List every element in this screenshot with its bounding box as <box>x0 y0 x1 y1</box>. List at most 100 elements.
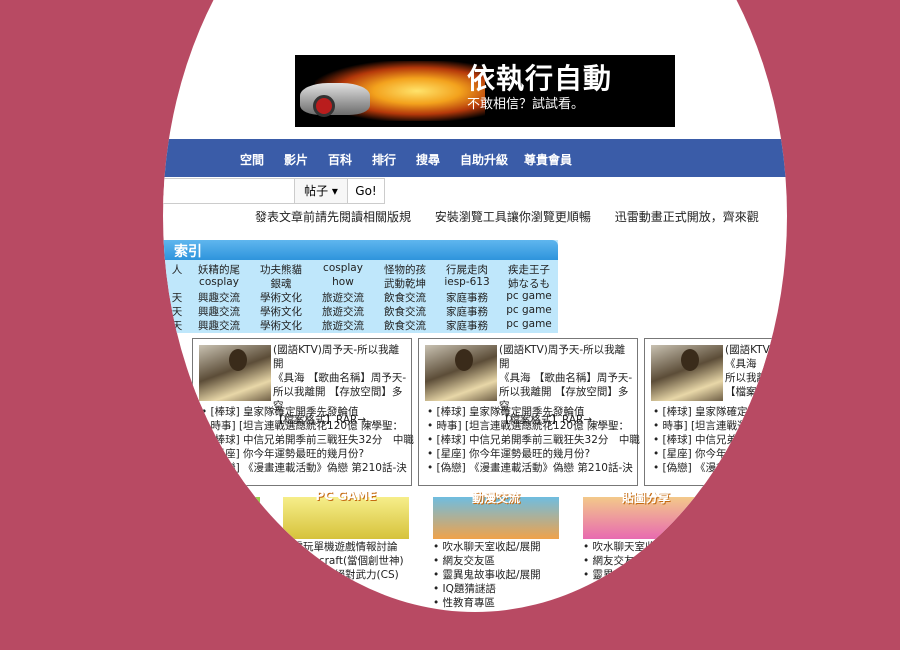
post-title[interactable]: (國語KTV 《具海 所以我離 【檔案格 <box>725 343 787 399</box>
nav-ranking[interactable]: 排行 <box>372 151 396 168</box>
index-link[interactable]: 妖精的尾 <box>188 262 250 277</box>
post-card: (國語KTV)周予天-所以我離開 《具海 【歌曲名稱】周予天- 所以我離開 【存放… <box>418 338 640 486</box>
index-link[interactable]: iesp-613 <box>436 276 498 288</box>
list-item[interactable]: [星座] 你今年運勢 <box>653 447 758 461</box>
index-link[interactable]: 家庭事務 <box>436 318 498 333</box>
index-link[interactable]: pc game <box>498 318 560 330</box>
post-thumbnail[interactable] <box>651 345 723 401</box>
tile-label: 動漫交流 <box>471 491 520 505</box>
post-thumbnail[interactable] <box>199 345 271 401</box>
index-link[interactable]: 旅遊交流 <box>312 304 374 319</box>
list-item[interactable]: 橫時空之絕對武力(CS) <box>283 568 404 582</box>
notice-link[interactable]: 發表文章前請先閱讀相關版規 <box>255 208 411 225</box>
list-item[interactable]: [棒球] 皇家隊確定開季先發輪值 <box>427 405 640 419</box>
list-item[interactable]: [棒球] 中信兄弟開季前三戰狂失32分 中職 <box>201 433 414 447</box>
index-link[interactable]: 家庭事務 <box>436 290 498 305</box>
index-link[interactable]: 興趣交流 <box>188 304 250 319</box>
search-bar: 帖子 ▾ Go! <box>163 178 787 204</box>
tile-list: 吹水聊天室收起/展開 網友交友區 靈異鬼故事收起/展開 IQ題猜謎語 性教育專區 <box>433 540 541 610</box>
list-item[interactable]: 時事] [坦言連戰選總 <box>653 419 759 433</box>
index-link[interactable]: 武動乾坤 <box>374 276 436 291</box>
category-tile[interactable] <box>163 497 260 539</box>
index-link[interactable]: cosplay <box>312 262 374 274</box>
index-link[interactable]: 旅遊交流 <box>312 290 374 305</box>
side-label: 題 <box>166 350 177 362</box>
list-item[interactable]: 網友交友區 <box>583 554 666 568</box>
list-item[interactable]: 靈異鬼 <box>583 568 666 582</box>
index-box: 索引 人妖精的尾 功夫熊貓 cosplay 怪物的孩 行屍走肉 疾走王子 cosplay 銀魂… <box>163 240 558 333</box>
post-card: (國語KTV《具海 所以我離【檔案格 [棒球] 皇家隊確定開 時事] [坦言連戰… <box>644 338 787 486</box>
index-link[interactable]: 學術文化 <box>250 304 312 319</box>
notice-link[interactable]: 安裝瀏覽工具讓你瀏覽更順暢 <box>435 208 591 225</box>
list-item[interactable]: [星座] 你今年運勢最旺的幾月份? <box>427 447 640 461</box>
list-item[interactable]: 吹水聊天室收起/展開 <box>433 540 541 554</box>
list-item[interactable]: [棒球] 中信兄弟開季 <box>653 433 759 447</box>
notice-bar: 發表文章前請先閱讀相關版規 安裝瀏覽工具讓你瀏覽更順暢 迅雷動畫正式開放，齊來觀 <box>255 208 787 225</box>
nav-space[interactable]: 空間 <box>240 151 264 168</box>
wheel-graphic <box>313 95 335 117</box>
search-go-button[interactable]: Go! <box>347 178 385 204</box>
list-item[interactable]: [棒球] 中信兄弟開季前三戰狂失32分 中職 <box>427 433 640 447</box>
category-tile-anime[interactable]: 動漫交流 <box>433 491 559 539</box>
index-link[interactable]: 功夫熊貓 <box>250 262 312 277</box>
nav-upgrade[interactable]: 自助升級 <box>460 151 508 168</box>
index-link[interactable]: 銀魂 <box>250 276 312 291</box>
nav-vip[interactable]: 尊貴會員 <box>524 151 572 168</box>
list-item[interactable]: IQ <box>583 582 666 596</box>
nav-wiki[interactable]: 百科 <box>328 151 352 168</box>
list-item[interactable]: 時事] [坦言連戰選總統花120億 陳學聖： <box>201 419 414 433</box>
list-item[interactable]: IQ題猜謎語 <box>433 582 541 596</box>
list-item[interactable]: [棒球] 皇家隊確定開 <box>653 405 759 419</box>
index-link[interactable]: pc game <box>498 304 560 316</box>
list-item[interactable]: [星座] 你今年運勢最旺的幾月份? <box>201 447 414 461</box>
index-link[interactable]: pc game <box>498 290 560 302</box>
list-item[interactable]: minecraft(當個創世神) <box>283 554 404 568</box>
index-link[interactable]: 姉なるも <box>498 276 560 291</box>
list-item[interactable]: [偽戀] 《漫畫連載活動》偽戀 第210話-決 <box>201 461 414 475</box>
category-tile-images[interactable]: 貼圖分享 <box>583 491 709 539</box>
index-link[interactable]: 疾走王子 <box>498 262 560 277</box>
banner-subtitle: 不敢相信？試試看。 <box>467 97 585 112</box>
index-link[interactable]: 學術文化 <box>250 290 312 305</box>
index-link[interactable]: 興趣交流 <box>188 318 250 333</box>
index-link[interactable]: 旅遊交流 <box>312 318 374 333</box>
index-link[interactable]: how <box>312 276 374 288</box>
list-item[interactable]: 網友交友區 <box>433 554 541 568</box>
tile-label: 貼圖分享 <box>621 491 670 505</box>
main-nav: 空間 影片 百科 排行 搜尋 自助升級 尊貴會員 <box>163 139 787 177</box>
search-type-dropdown[interactable]: 帖子 ▾ <box>294 178 348 204</box>
category-tile-pc-game[interactable]: PC GAME <box>283 489 409 539</box>
index-link[interactable]: 飲食交流 <box>374 290 436 305</box>
post-links: [棒球] 皇家隊確定開季先發輪值 時事] [坦言連戰選總統花120億 陳學聖： … <box>427 405 640 475</box>
index-link[interactable]: 學術文化 <box>250 318 312 333</box>
tile-label: PC GAME <box>315 489 377 503</box>
list-item[interactable]: 吹水聊天室收起 <box>583 540 667 554</box>
index-link[interactable]: 飲食交流 <box>374 304 436 319</box>
index-header: 索引 <box>163 240 558 260</box>
tile-list: 吹水聊天室收起 網友交友區 靈異鬼 IQ <box>583 540 667 596</box>
nav-video[interactable]: 影片 <box>284 151 308 168</box>
search-input[interactable] <box>163 178 296 204</box>
index-link[interactable]: 家庭事務 <box>436 304 498 319</box>
post-links: [棒球] 皇家隊確定開 時事] [坦言連戰選總 [棒球] 中信兄弟開季 [星座]… <box>653 405 759 475</box>
list-item[interactable]: [棒球] 皇家隊確定開季先發輪值 <box>201 405 414 419</box>
ad-banner[interactable]: 依執行自動 不敢相信？試試看。 <box>295 55 675 127</box>
post-thumbnail[interactable] <box>425 345 497 401</box>
index-title: 索引 <box>174 244 202 260</box>
list-item[interactable]: 性教育專區 <box>433 596 541 610</box>
side-label: 帽 <box>166 378 177 390</box>
list-item[interactable]: [偽戀] 《漫畫連載活動》偽戀 第210話-決 <box>427 461 640 475</box>
list-item[interactable]: [偽戀] 《漫畫連 <box>653 461 758 475</box>
tile-list: 電玩單機遊戲情報討論 minecraft(當個創世神) 橫時空之絕對武力(CS) <box>283 540 404 582</box>
index-link[interactable]: 行屍走肉 <box>436 262 498 277</box>
index-link[interactable]: 怪物的孩 <box>374 262 436 277</box>
list-item[interactable]: 靈異鬼故事收起/展開 <box>433 568 541 582</box>
index-link[interactable]: cosplay <box>188 276 250 288</box>
notice-link[interactable]: 迅雷動畫正式開放，齊來觀 <box>615 208 759 225</box>
index-link[interactable]: 興趣交流 <box>188 290 250 305</box>
post-card: (國語KTV)周予天-所以我離開 《具海 【歌曲名稱】周予天- 所以我離開 【存放… <box>192 338 414 486</box>
nav-search[interactable]: 搜尋 <box>416 151 440 168</box>
list-item[interactable]: 時事] [坦言連戰選總統花120億 陳學聖： <box>427 419 640 433</box>
index-link[interactable]: 飲食交流 <box>374 318 436 333</box>
list-item[interactable]: 電玩單機遊戲情報討論 <box>283 540 404 554</box>
